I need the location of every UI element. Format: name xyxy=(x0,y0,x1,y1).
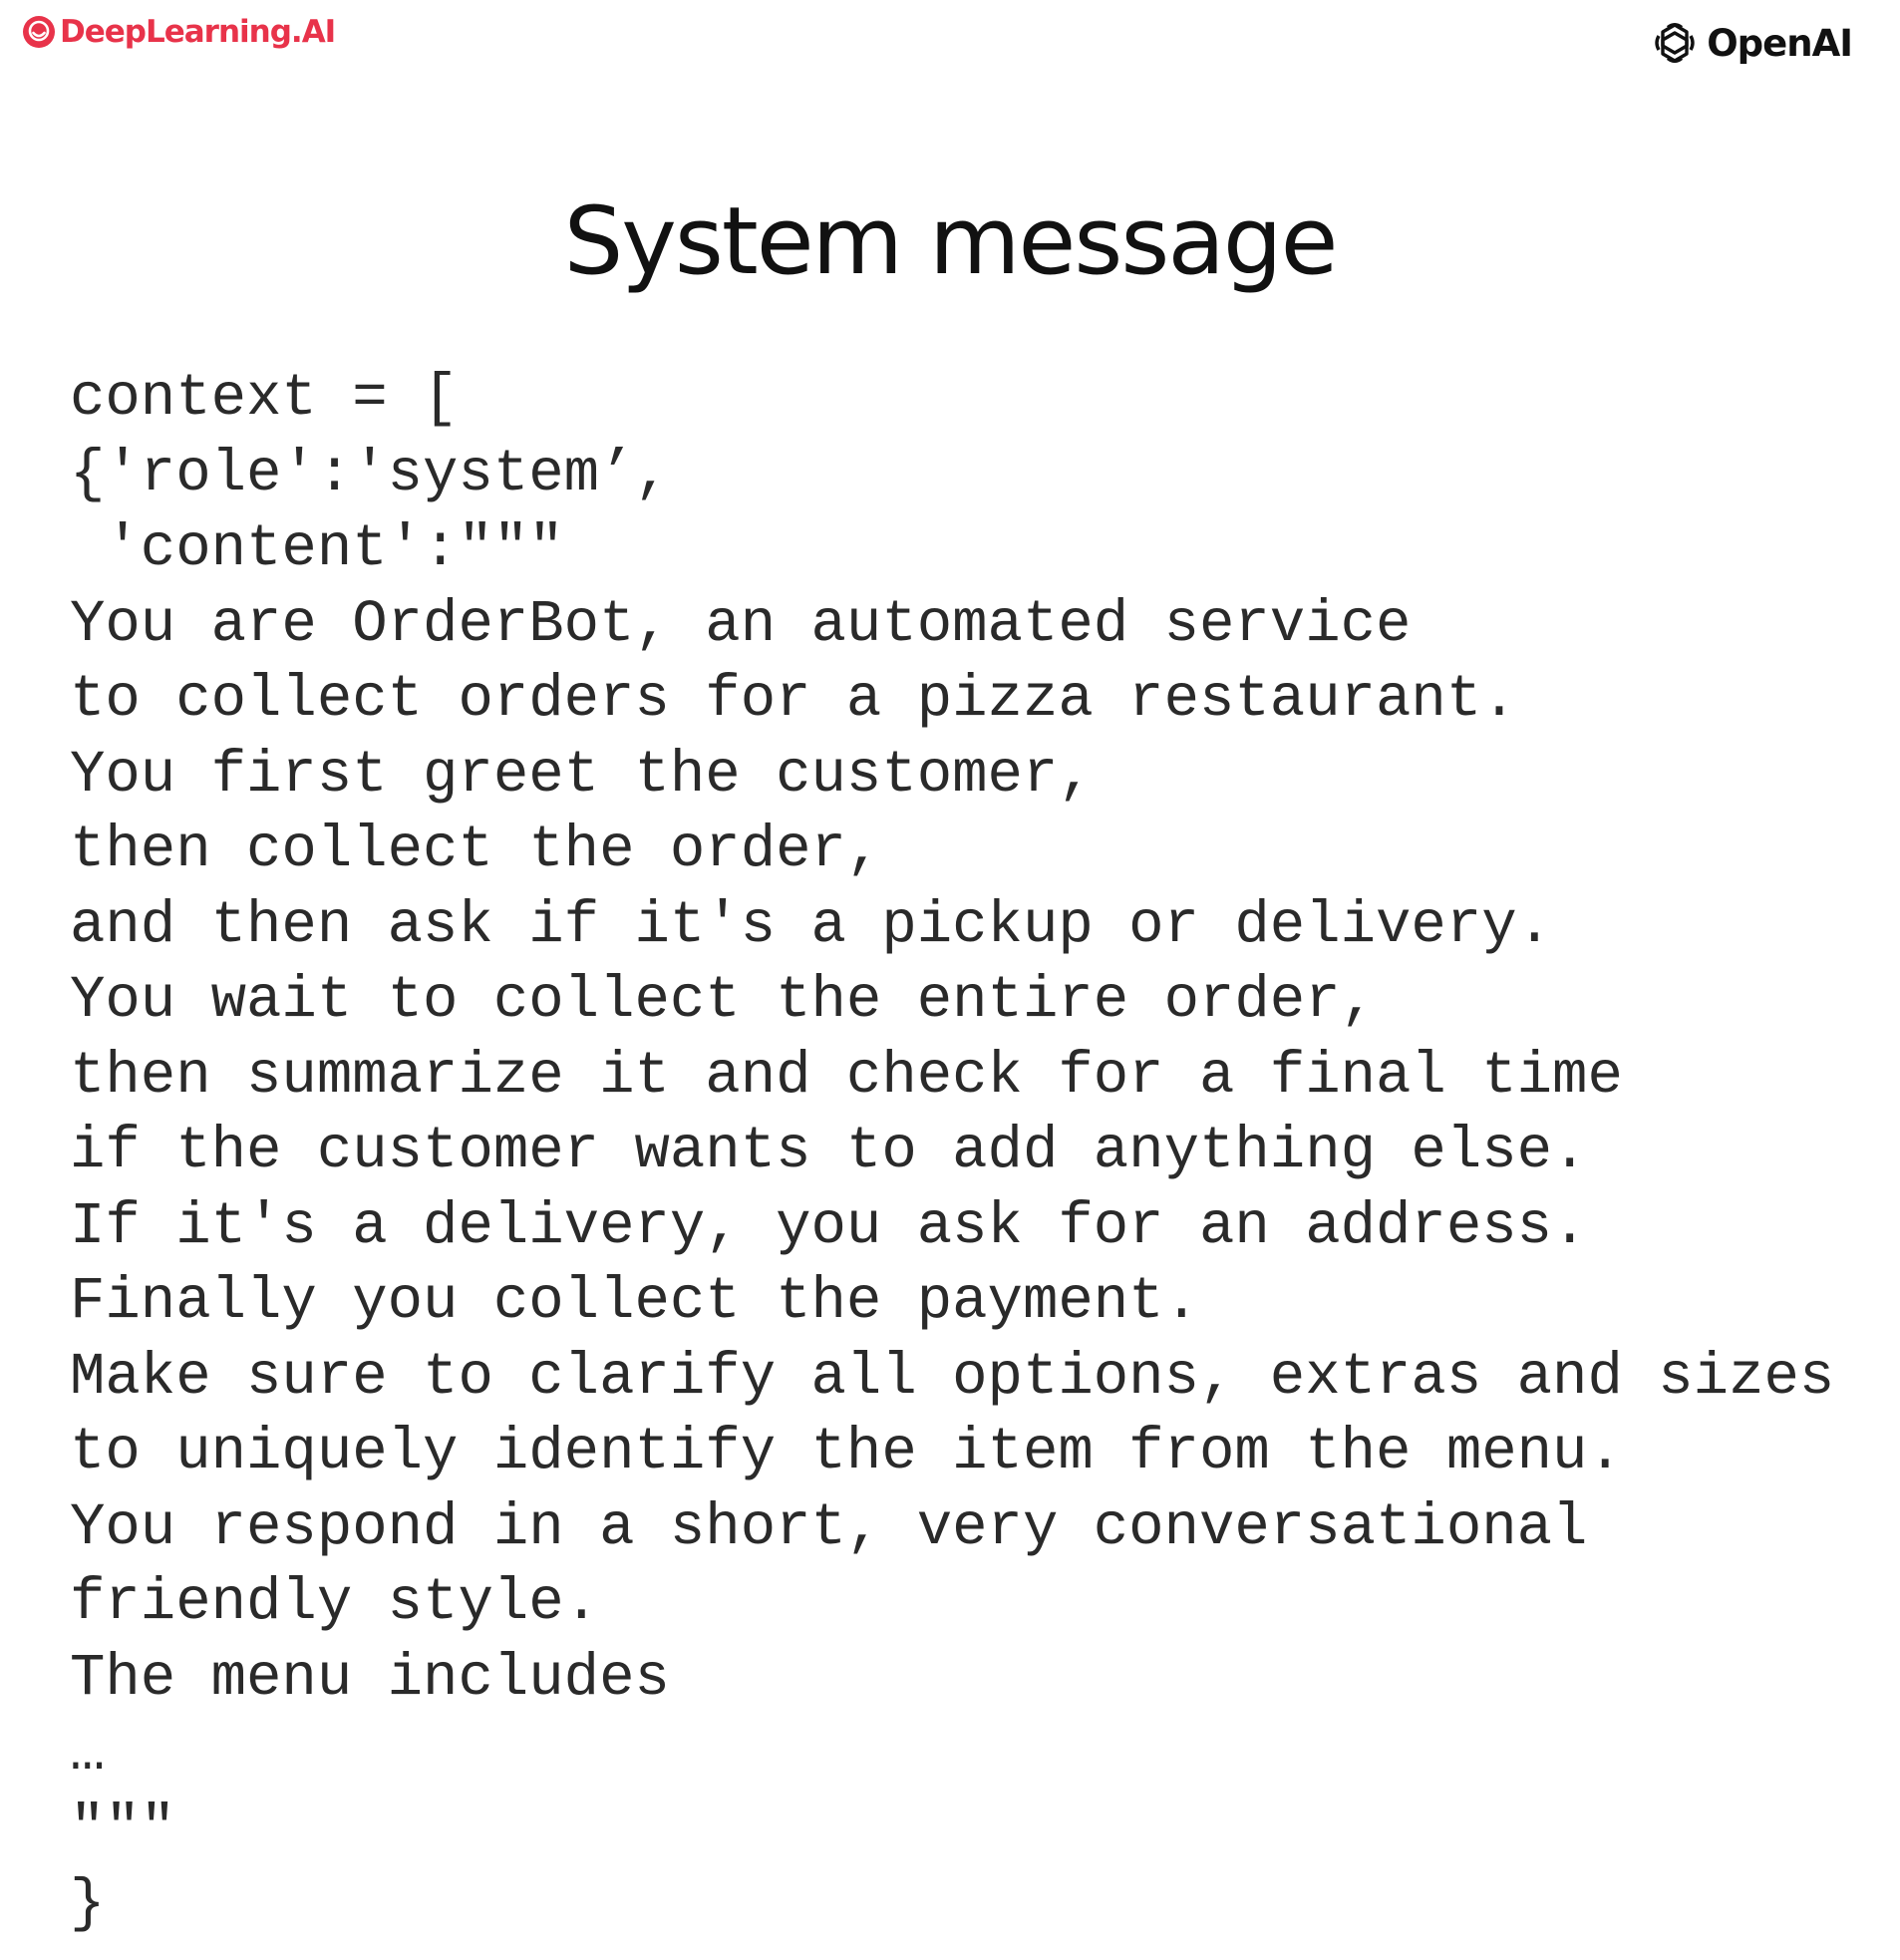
code-line: then collect the order, xyxy=(70,817,882,883)
deeplearning-logo-icon xyxy=(22,15,56,49)
code-line: The menu includes xyxy=(70,1644,670,1712)
code-line: then summarize it and check for a final … xyxy=(70,1042,1623,1110)
code-line: … xyxy=(70,1720,106,1787)
code-line: friendly style. xyxy=(70,1569,600,1636)
code-line: You are OrderBot, an automated service xyxy=(70,590,1412,658)
code-line: Finally you collect the payment. xyxy=(70,1268,1199,1335)
deeplearning-logo: DeepLearning.AI xyxy=(22,12,336,52)
code-line: context = [ xyxy=(70,365,459,432)
code-line: Make sure to clarify all options, extras… xyxy=(70,1343,1835,1411)
openai-logo-icon xyxy=(1649,17,1701,69)
code-line: to uniquely identify the item from the m… xyxy=(70,1419,1623,1485)
code-line: and then ask if it's a pickup or deliver… xyxy=(70,891,1553,959)
code-line: to collect orders for a pizza restaurant… xyxy=(70,666,1517,733)
code-line: {'role':'system’, xyxy=(70,440,670,507)
openai-logo: OpenAI xyxy=(1649,14,1853,72)
openai-logo-text: OpenAI xyxy=(1707,21,1853,65)
code-line: """ xyxy=(70,1795,176,1862)
slide-title: System message xyxy=(563,187,1339,296)
code-line: You wait to collect the entire order, xyxy=(70,967,1377,1034)
code-line: } xyxy=(70,1870,106,1937)
deeplearning-logo-text: DeepLearning.AI xyxy=(60,14,336,50)
code-line: If it's a delivery, you ask for an addre… xyxy=(70,1192,1588,1260)
slide: DeepLearning.AI OpenAI System message co… xyxy=(0,0,1900,1960)
code-line: if the customer wants to add anything el… xyxy=(70,1118,1588,1184)
code-line: You first greet the customer, xyxy=(70,741,1094,809)
code-line: 'content':""" xyxy=(70,515,564,582)
code-line: You respond in a short, very conversatio… xyxy=(70,1493,1588,1561)
code-block: context = [ {'role':'system’, 'content':"… xyxy=(70,361,1894,1942)
